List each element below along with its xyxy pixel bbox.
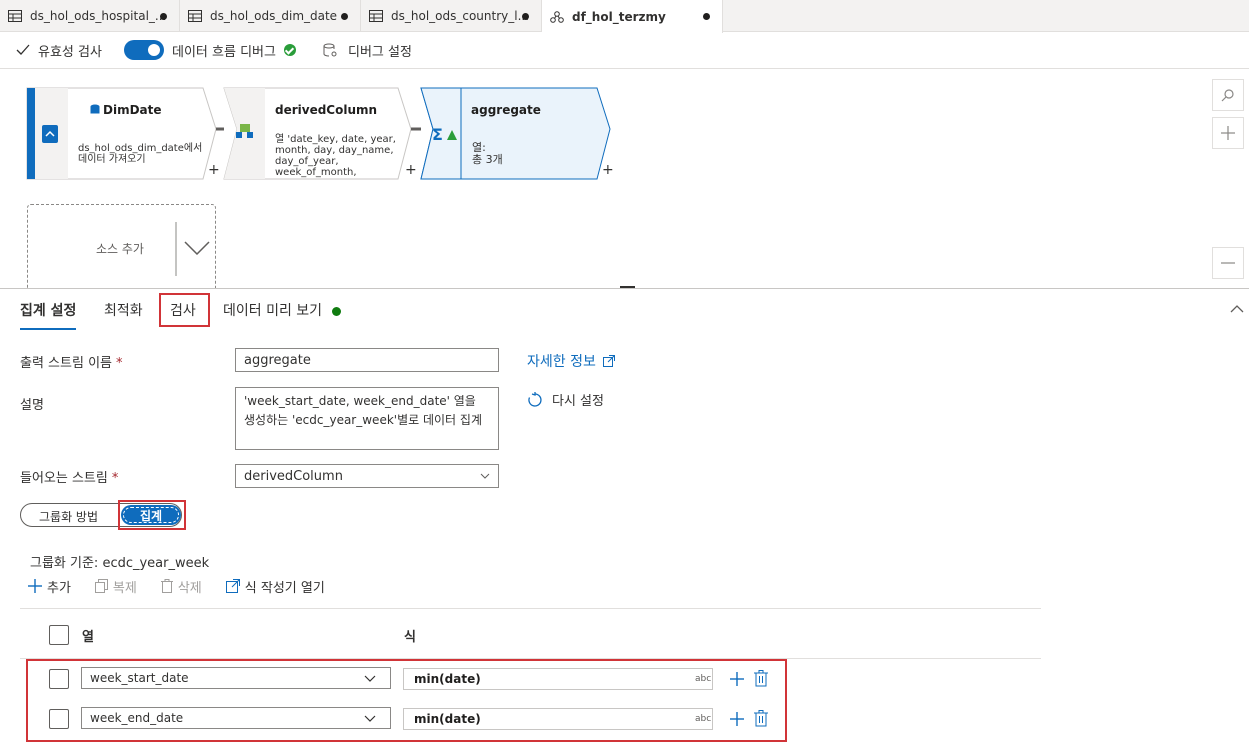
trash-icon (160, 579, 173, 593)
reset-icon (528, 391, 542, 407)
highlight-aggregate-rows (26, 659, 787, 742)
incoming-stream-label: 들어오는 스트림 * (20, 471, 119, 486)
tab-aggregate-settings[interactable]: 집계 설정 (20, 300, 77, 330)
description-label: 설명 (20, 398, 44, 413)
plus-icon (1221, 126, 1235, 140)
debug-settings-button[interactable]: 디버그 설정 (322, 33, 412, 67)
tab-data-preview[interactable]: 데이터 미리 보기 (223, 300, 342, 320)
tab-label: ds_hol_ods_country_l... (391, 9, 530, 23)
debug-toggle-switch[interactable] (124, 40, 164, 60)
table-top-border (20, 608, 1041, 609)
debug-status-ok-icon (283, 44, 296, 56)
source-icon (42, 125, 58, 143)
panel-divider (0, 288, 1249, 289)
table-icon (369, 10, 383, 22)
node-dimdate-desc: ds_hol_ods_dim_date에서 데이터 가져오기 (78, 143, 203, 165)
dataflow-icon (550, 10, 564, 23)
resize-grip[interactable] (620, 286, 635, 288)
description-textarea[interactable]: 'week_start_date, week_end_date' 열을 생성하는… (235, 387, 499, 450)
group-by-option[interactable]: 그룹화 방법 (39, 508, 98, 525)
validate-button[interactable]: 유효성 검사 (16, 33, 102, 67)
editor-tab-bar: ds_hol_ods_hospital_... ds_hol_ods_dim_d… (0, 0, 1249, 33)
dataflow-canvas[interactable]: Σ DimDate ds_hol_ods_dim_date에서 데이터 가져오기… (0, 70, 1249, 288)
search-icon (1221, 89, 1234, 102)
zoom-search-button[interactable] (1212, 79, 1244, 111)
tab-dataflow[interactable]: df_hol_terzmy (542, 0, 723, 33)
node-derived-iconbar (224, 88, 265, 179)
minus-icon (1221, 262, 1235, 264)
add-after-dimdate-button[interactable]: + (208, 162, 220, 178)
debug-label: 데이터 흐름 디버그 (172, 44, 276, 60)
expression-header: 식 (404, 630, 416, 645)
reset-button[interactable]: 다시 설정 (527, 390, 604, 409)
add-source-dropdown[interactable] (175, 222, 211, 276)
external-link-icon (225, 579, 240, 593)
check-icon (16, 44, 30, 55)
tab-optimize[interactable]: 최적화 (104, 300, 143, 320)
tab-hospital[interactable]: ds_hol_ods_hospital_... (0, 0, 180, 32)
zoom-out-button[interactable] (1212, 247, 1244, 279)
highlight-inspect-tab (159, 293, 210, 327)
tab-label: ds_hol_ods_dim_date (210, 9, 338, 23)
chevron-down-icon (480, 473, 490, 479)
node-derived-title: derivedColumn (275, 103, 378, 117)
incoming-stream-select[interactable]: derivedColumn (235, 464, 499, 488)
tab-dim-date[interactable]: ds_hol_ods_dim_date (180, 0, 361, 32)
unsaved-dot-icon (341, 13, 348, 20)
chevron-down-icon (184, 241, 210, 256)
add-after-derived-button[interactable]: + (405, 162, 417, 178)
tab-label: ds_hol_ods_hospital_... (30, 9, 167, 23)
node-aggregate-desc: 열: 총 3개 (472, 141, 503, 166)
column-actions: 추가 복제 삭제 식 작성기 열기 (28, 577, 349, 596)
unsaved-dot-icon (160, 13, 167, 20)
add-button[interactable]: 추가 (28, 577, 71, 596)
unsaved-dot-icon (522, 13, 529, 20)
collapse-chevron-up-icon[interactable] (1230, 304, 1244, 314)
delete-button[interactable]: 삭제 (160, 577, 202, 596)
node-dimdate-accent (27, 88, 35, 179)
tab-label: df_hol_terzmy (572, 9, 666, 24)
debug-toggle[interactable]: 데이터 흐름 디버그 (124, 33, 296, 67)
dataset-icon (90, 104, 100, 114)
group-by-summary: 그룹화 기준: ecdc_year_week (30, 556, 210, 571)
clone-button[interactable]: 복제 (94, 577, 137, 596)
debug-settings-label: 디버그 설정 (348, 44, 412, 60)
add-after-aggregate-button[interactable]: + (602, 162, 614, 178)
validate-label: 유효성 검사 (38, 44, 102, 60)
copy-icon (94, 579, 108, 593)
output-stream-label: 출력 스트림 이름 * (20, 356, 123, 371)
zoom-in-button[interactable] (1212, 117, 1244, 149)
open-expression-builder-button[interactable]: 식 작성기 열기 (225, 577, 325, 596)
table-icon (8, 10, 22, 22)
tab-country[interactable]: ds_hol_ods_country_l... (361, 0, 542, 32)
table-icon (188, 10, 202, 22)
learn-more-link[interactable]: 자세한 정보 (527, 351, 615, 371)
plus-icon (28, 579, 42, 593)
toolbar: 유효성 검사 데이터 흐름 디버그 디버그 설정 (0, 33, 1249, 69)
select-all-checkbox[interactable] (49, 625, 69, 645)
preview-status-icon (332, 306, 342, 316)
node-derived-desc: 열 'date_key, date, year, month, day, day… (275, 134, 396, 178)
debug-settings-icon (323, 43, 337, 57)
external-link-icon (602, 355, 615, 367)
add-source-label: 소스 추가 (96, 242, 144, 256)
column-header: 열 (82, 630, 94, 645)
output-stream-input[interactable]: aggregate (235, 348, 499, 372)
svg-text:Σ: Σ (432, 125, 443, 144)
node-dimdate-title: DimDate (90, 103, 162, 117)
node-aggregate-title: aggregate (471, 103, 541, 117)
highlight-aggregates-option (118, 500, 186, 530)
unsaved-dot-icon (703, 13, 710, 20)
